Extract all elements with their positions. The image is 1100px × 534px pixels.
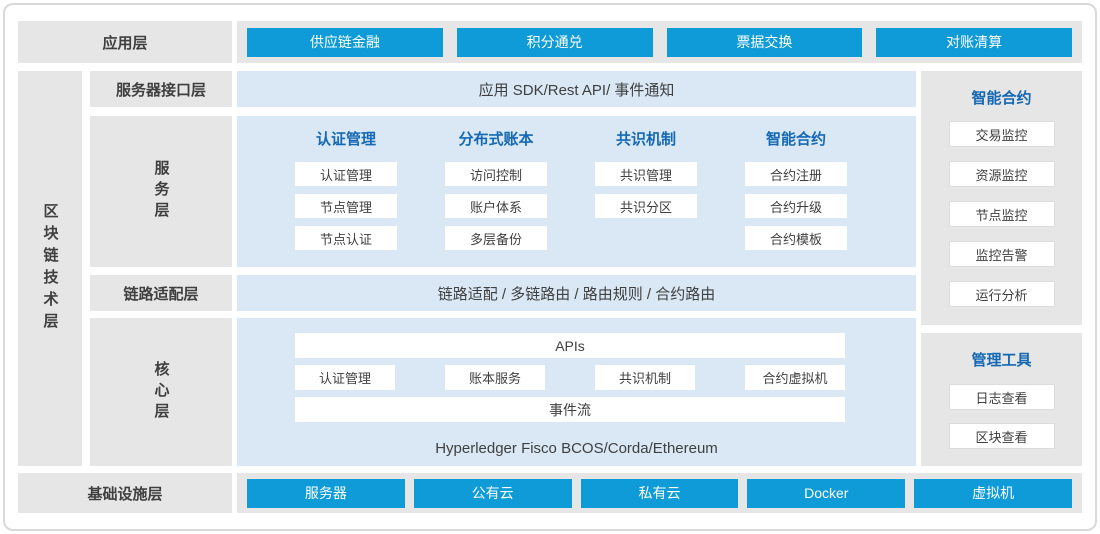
smart-contract-panel: 智能合约 交易监控 资源监控 节点监控 监控告警 运行分析 <box>921 71 1082 325</box>
service-item-chip: 访问控制 <box>445 162 547 186</box>
architecture-diagram: 应用层 供应链金融 积分通兑 票据交换 对账清算 区块链技术层 服务器接口层 服… <box>3 3 1097 531</box>
management-tools-panel-header: 管理工具 <box>921 333 1082 369</box>
service-item-chip: 账户体系 <box>445 194 547 218</box>
tool-item-chip: 区块查看 <box>949 423 1055 449</box>
monitor-item-chip: 资源监控 <box>949 161 1055 187</box>
core-module-chip: 账本服务 <box>445 365 545 390</box>
service-column-header: 分布式账本 <box>445 130 547 150</box>
monitor-item-chip: 运行分析 <box>949 281 1055 307</box>
tool-item-chip: 日志查看 <box>949 384 1055 410</box>
core-layer-label: 核心层 <box>90 318 232 466</box>
app-layer-button[interactable]: 对账清算 <box>876 28 1072 57</box>
service-item-chip: 合约模板 <box>745 226 847 250</box>
service-layer-label: 服务层 <box>90 116 232 267</box>
service-item-chip: 多层备份 <box>445 226 547 250</box>
service-item-chip: 合约注册 <box>745 162 847 186</box>
core-layer-panel: APIs 认证管理 账本服务 共识机制 合约虚拟机 事件流 Hyperledge… <box>237 318 916 466</box>
link-layer-label: 链路适配层 <box>90 275 232 311</box>
service-column-header: 智能合约 <box>745 130 847 150</box>
service-column-contract: 智能合约 合约注册 合约升级 合约模板 <box>745 130 847 258</box>
monitor-item-chip: 交易监控 <box>949 121 1055 147</box>
app-layer-button[interactable]: 票据交换 <box>667 28 863 57</box>
app-layer-label: 应用层 <box>18 21 232 63</box>
service-item-chip: 节点管理 <box>295 194 397 218</box>
service-item-chip: 合约升级 <box>745 194 847 218</box>
core-module-chip: 共识机制 <box>595 365 695 390</box>
smart-contract-panel-header: 智能合约 <box>921 71 1082 107</box>
infra-layer-label: 基础设施层 <box>18 473 232 513</box>
apis-bar: APIs <box>295 333 845 358</box>
service-column-header: 认证管理 <box>295 130 397 150</box>
infra-button[interactable]: 虚拟机 <box>914 479 1072 508</box>
interface-layer-content: 应用 SDK/Rest API/ 事件通知 <box>237 71 916 107</box>
app-layer-button[interactable]: 积分通兑 <box>457 28 653 57</box>
service-item-chip: 节点认证 <box>295 226 397 250</box>
tech-layer-label: 区块链技术层 <box>18 71 82 466</box>
infra-layer-button-row: 服务器 公有云 私有云 Docker 虚拟机 <box>237 473 1082 513</box>
monitor-item-chip: 监控告警 <box>949 241 1055 267</box>
infra-button[interactable]: 服务器 <box>247 479 405 508</box>
event-stream-bar: 事件流 <box>295 397 845 422</box>
service-column-auth: 认证管理 认证管理 节点管理 节点认证 <box>295 130 397 258</box>
link-layer-content: 链路适配 / 多链路由 / 路由规则 / 合约路由 <box>237 275 916 311</box>
core-module-chip: 认证管理 <box>295 365 395 390</box>
core-module-chip: 合约虚拟机 <box>745 365 845 390</box>
service-column-ledger: 分布式账本 访问控制 账户体系 多层备份 <box>445 130 547 258</box>
platforms-text: Hyperledger Fisco BCOS/Corda/Ethereum <box>237 436 916 460</box>
service-layer-panel: 认证管理 认证管理 节点管理 节点认证 分布式账本 访问控制 账户体系 多层备份… <box>237 116 916 267</box>
service-item-chip: 认证管理 <box>295 162 397 186</box>
infra-button[interactable]: Docker <box>747 479 905 508</box>
app-layer-button[interactable]: 供应链金融 <box>247 28 443 57</box>
service-column-header: 共识机制 <box>595 130 697 150</box>
monitor-item-chip: 节点监控 <box>949 201 1055 227</box>
service-item-chip: 共识分区 <box>595 194 697 218</box>
infra-button[interactable]: 私有云 <box>581 479 739 508</box>
interface-layer-label: 服务器接口层 <box>90 71 232 107</box>
app-layer-button-row: 供应链金融 积分通兑 票据交换 对账清算 <box>237 21 1082 63</box>
service-column-consensus: 共识机制 共识管理 共识分区 <box>595 130 697 226</box>
infra-button[interactable]: 公有云 <box>414 479 572 508</box>
service-item-chip: 共识管理 <box>595 162 697 186</box>
management-tools-panel: 管理工具 日志查看 区块查看 <box>921 333 1082 466</box>
